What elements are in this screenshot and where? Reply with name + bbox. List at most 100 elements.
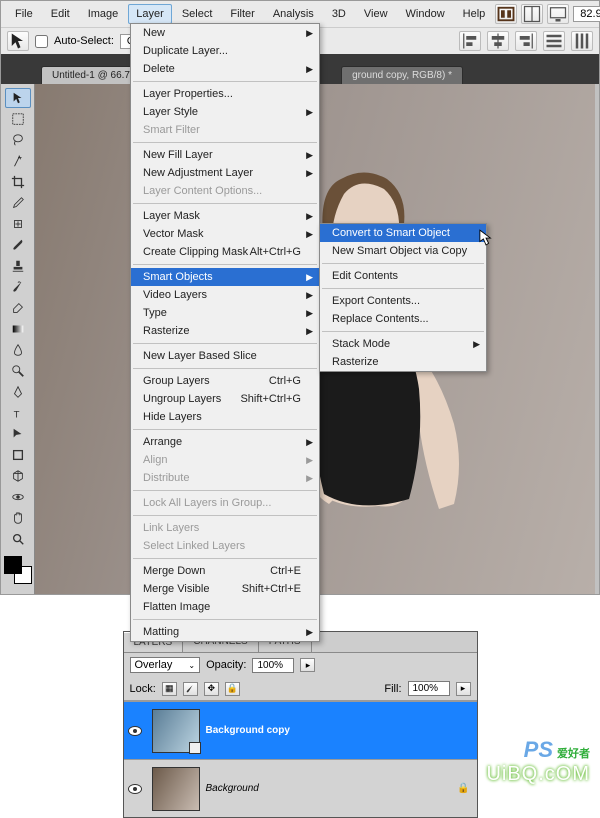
layer-menu-flatten-image[interactable]: Flatten Image xyxy=(131,598,319,616)
3d-camera-tool[interactable] xyxy=(5,487,31,507)
move-tool[interactable] xyxy=(5,88,31,108)
layer-menu-group-layers[interactable]: Group LayersCtrl+G xyxy=(131,372,319,390)
brush-tool[interactable] xyxy=(5,235,31,255)
gradient-tool[interactable] xyxy=(5,319,31,339)
menu-filter[interactable]: Filter xyxy=(222,4,262,24)
layer-menu-layer-properties[interactable]: Layer Properties... xyxy=(131,85,319,103)
distribute-v-icon[interactable] xyxy=(571,31,593,51)
layer-menu-new-fill-layer[interactable]: New Fill Layer▶ xyxy=(131,146,319,164)
lasso-tool[interactable] xyxy=(5,130,31,150)
blur-tool[interactable] xyxy=(5,340,31,360)
doc-tab-2[interactable]: ground copy, RGB/8) * xyxy=(341,66,463,84)
auto-select-check[interactable] xyxy=(35,35,48,48)
menu-file[interactable]: File xyxy=(7,4,41,24)
pen-tool[interactable] xyxy=(5,382,31,402)
layer-menu-layer-mask[interactable]: Layer Mask▶ xyxy=(131,207,319,225)
menu-help[interactable]: Help xyxy=(455,4,494,24)
opacity-input[interactable]: 100% xyxy=(252,658,294,673)
smart-objects-submenu: Convert to Smart ObjectNew Smart Object … xyxy=(319,223,487,372)
3d-tool[interactable] xyxy=(5,466,31,486)
toolbox: T xyxy=(1,84,35,594)
marquee-tool[interactable] xyxy=(5,109,31,129)
align-right-icon[interactable] xyxy=(515,31,537,51)
menu-3d[interactable]: 3D xyxy=(324,4,354,24)
lock-all-icon[interactable]: 🔒 xyxy=(225,682,240,696)
blend-mode-select[interactable]: Overlay⌄ xyxy=(130,657,201,673)
lock-transparent-icon[interactable]: ▦ xyxy=(162,682,177,696)
layer-menu-rasterize[interactable]: Rasterize▶ xyxy=(131,322,319,340)
align-center-icon[interactable] xyxy=(487,31,509,51)
align-left-icon[interactable] xyxy=(459,31,481,51)
opacity-flyout[interactable]: ▸ xyxy=(300,658,315,672)
layer-menu-smart-objects[interactable]: Smart Objects▶ xyxy=(131,268,319,286)
menu-window[interactable]: Window xyxy=(398,4,453,24)
layer-menu-merge-visible[interactable]: Merge VisibleShift+Ctrl+E xyxy=(131,580,319,598)
eye-icon[interactable] xyxy=(128,726,142,736)
smart-menu-export-contents[interactable]: Export Contents... xyxy=(320,292,486,310)
menu-view[interactable]: View xyxy=(356,4,396,24)
smart-menu-stack-mode[interactable]: Stack Mode▶ xyxy=(320,335,486,353)
eye-icon[interactable] xyxy=(128,784,142,794)
smart-menu-convert-to-smart-object[interactable]: Convert to Smart Object xyxy=(320,224,486,242)
stamp-tool[interactable] xyxy=(5,256,31,276)
layer-menu-distribute: Distribute▶ xyxy=(131,469,319,487)
layer-thumb[interactable] xyxy=(152,709,200,753)
layer-row-bg-copy[interactable]: Background copy xyxy=(124,701,477,759)
shape-tool[interactable] xyxy=(5,445,31,465)
layer-menu-align: Align▶ xyxy=(131,451,319,469)
fill-input[interactable]: 100% xyxy=(408,681,450,696)
fill-flyout[interactable]: ▸ xyxy=(456,682,471,696)
eraser-tool[interactable] xyxy=(5,298,31,318)
menu-edit[interactable]: Edit xyxy=(43,4,78,24)
color-swatches[interactable] xyxy=(4,556,32,584)
layer-menu-layer-style[interactable]: Layer Style▶ xyxy=(131,103,319,121)
layer-menu-type[interactable]: Type▶ xyxy=(131,304,319,322)
layer-menu-matting[interactable]: Matting▶ xyxy=(131,623,319,641)
menu-analysis[interactable]: Analysis xyxy=(265,4,322,24)
wand-tool[interactable] xyxy=(5,151,31,171)
type-tool[interactable]: T xyxy=(5,403,31,423)
dodge-tool[interactable] xyxy=(5,361,31,381)
menu-select[interactable]: Select xyxy=(174,4,221,24)
layer-menu-ungroup-layers[interactable]: Ungroup LayersShift+Ctrl+G xyxy=(131,390,319,408)
bridge-icon[interactable] xyxy=(495,4,517,24)
zoom-tool[interactable] xyxy=(5,529,31,549)
layer-menu-vector-mask[interactable]: Vector Mask▶ xyxy=(131,225,319,243)
healing-tool[interactable] xyxy=(5,214,31,234)
layer-name[interactable]: Background xyxy=(206,783,451,794)
smart-menu-rasterize[interactable]: Rasterize xyxy=(320,353,486,371)
layer-menu-select-linked-layers: Select Linked Layers xyxy=(131,537,319,555)
move-tool-icon[interactable] xyxy=(7,31,29,51)
layer-thumb[interactable] xyxy=(152,767,200,811)
history-brush-tool[interactable] xyxy=(5,277,31,297)
lock-position-icon[interactable]: ✥ xyxy=(204,682,219,696)
path-select-tool[interactable] xyxy=(5,424,31,444)
layer-menu-delete[interactable]: Delete▶ xyxy=(131,60,319,78)
layer-menu-link-layers: Link Layers xyxy=(131,519,319,537)
layer-menu-arrange[interactable]: Arrange▶ xyxy=(131,433,319,451)
layer-menu-create-clipping-mask[interactable]: Create Clipping MaskAlt+Ctrl+G xyxy=(131,243,319,261)
menu-image[interactable]: Image xyxy=(80,4,127,24)
zoom-input[interactable]: 82.9 xyxy=(573,6,600,22)
hand-tool[interactable] xyxy=(5,508,31,528)
layer-menu-dropdown: New▶Duplicate Layer...Delete▶ Layer Prope… xyxy=(130,23,320,642)
crop-tool[interactable] xyxy=(5,172,31,192)
layer-menu-duplicate-layer[interactable]: Duplicate Layer... xyxy=(131,42,319,60)
menu-layer[interactable]: Layer xyxy=(128,4,172,24)
layer-menu-video-layers[interactable]: Video Layers▶ xyxy=(131,286,319,304)
distribute-icon[interactable] xyxy=(543,31,565,51)
layer-menu-merge-down[interactable]: Merge DownCtrl+E xyxy=(131,562,319,580)
layer-name[interactable]: Background copy xyxy=(206,725,477,736)
layer-menu-new[interactable]: New▶ xyxy=(131,24,319,42)
layer-menu-hide-layers[interactable]: Hide Layers xyxy=(131,408,319,426)
smart-menu-edit-contents[interactable]: Edit Contents xyxy=(320,267,486,285)
arrange-icon[interactable] xyxy=(521,4,543,24)
layer-menu-new-adjustment-layer[interactable]: New Adjustment Layer▶ xyxy=(131,164,319,182)
eyedropper-tool[interactable] xyxy=(5,193,31,213)
lock-pixels-icon[interactable] xyxy=(183,682,198,696)
screen-mode-icon[interactable] xyxy=(547,4,569,24)
smart-menu-replace-contents[interactable]: Replace Contents... xyxy=(320,310,486,328)
layer-row-bg[interactable]: Background 🔒 xyxy=(124,759,477,817)
layer-menu-new-layer-based-slice[interactable]: New Layer Based Slice xyxy=(131,347,319,365)
smart-menu-new-smart-object-via-copy[interactable]: New Smart Object via Copy xyxy=(320,242,486,260)
